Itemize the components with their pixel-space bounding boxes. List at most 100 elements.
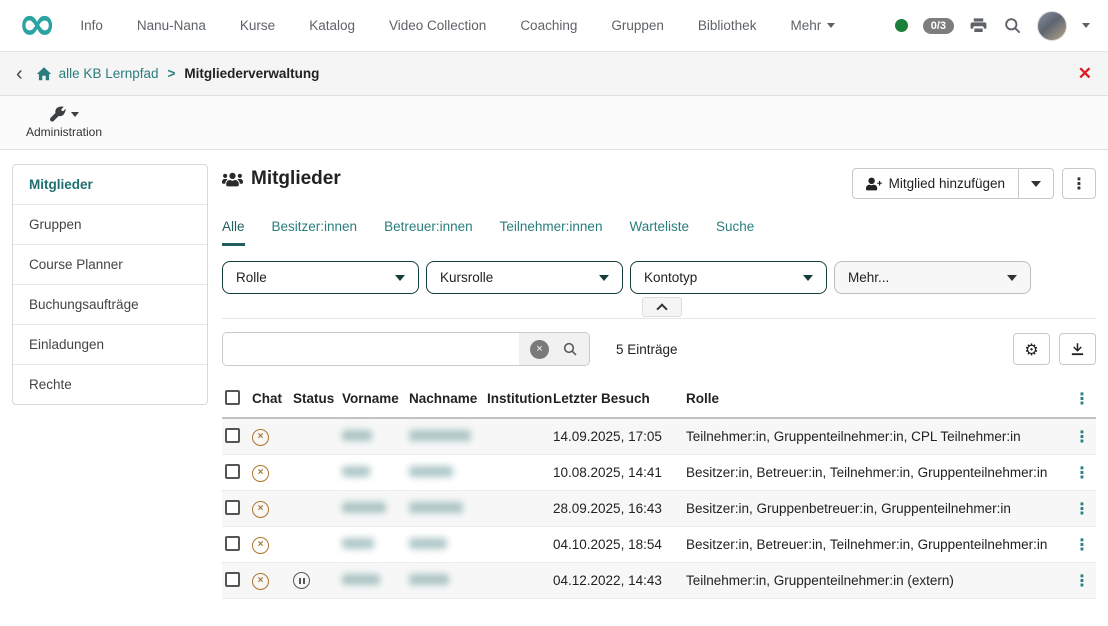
table-download-button[interactable] (1059, 333, 1096, 365)
vorname-redacted[interactable] (342, 430, 372, 441)
nav-item-info[interactable]: Info (80, 18, 103, 33)
chat-offline-icon: × (252, 429, 269, 446)
nav-item-kurse[interactable]: Kurse (240, 18, 275, 33)
sidebar-item-course-planner[interactable]: Course Planner (13, 245, 207, 285)
openolat-logo-icon[interactable]: ∞ (18, 3, 56, 43)
filter-bar: Rolle Kursrolle Kontotyp Mehr... (222, 261, 1096, 294)
column-status[interactable]: Status (290, 382, 339, 418)
administration-menu-button[interactable]: Administration (26, 106, 102, 139)
row-menu-icon[interactable]: ⋮ (1068, 418, 1096, 455)
tab-suche[interactable]: Suche (716, 219, 754, 246)
user-avatar[interactable] (1037, 11, 1067, 41)
sidebar-item-buchungsauftraege[interactable]: Buchungsaufträge (13, 285, 207, 325)
filter-mehr[interactable]: Mehr... (834, 261, 1031, 294)
roles: Besitzer:in, Gruppenbetreuer:in, Gruppen… (683, 491, 1068, 527)
select-all-checkbox[interactable] (225, 390, 240, 405)
collapse-filters-button[interactable] (642, 297, 682, 317)
table-row[interactable]: × 04.12.2022, 14:43 Teilnehmer:in, Grupp… (222, 563, 1096, 599)
tab-betreuer[interactable]: Betreuer:innen (384, 219, 473, 246)
column-chat[interactable]: Chat (249, 382, 290, 418)
breadcrumb-course-link[interactable]: alle KB Lernpfad (36, 66, 159, 82)
members-group-icon (222, 170, 243, 188)
row-menu-icon[interactable]: ⋮ (1068, 491, 1096, 527)
row-menu-icon[interactable]: ⋮ (1068, 455, 1096, 491)
nav-item-gruppen[interactable]: Gruppen (611, 18, 664, 33)
tab-besitzer[interactable]: Besitzer:innen (272, 219, 358, 246)
vorname-redacted[interactable] (342, 574, 380, 585)
chevron-up-icon (656, 303, 667, 314)
table-row[interactable]: × 10.08.2025, 14:41 Besitzer:in, Betreue… (222, 455, 1096, 491)
filter-kursrolle[interactable]: Kursrolle (426, 261, 623, 294)
table-row[interactable]: × 04.10.2025, 18:54 Besitzer:in, Betreue… (222, 527, 1096, 563)
download-icon (1070, 342, 1085, 357)
add-member-button[interactable]: Mitglied hinzufügen (853, 169, 1018, 198)
user-menu-chevron-icon[interactable] (1082, 23, 1090, 28)
search-input[interactable] (223, 333, 519, 365)
person-plus-icon (866, 177, 882, 191)
search-submit-icon[interactable] (562, 341, 578, 357)
nav-right-cluster: 0/3 (895, 11, 1090, 41)
counter-badge[interactable]: 0/3 (923, 18, 954, 34)
gear-icon: ⚙ (1024, 340, 1038, 359)
clear-search-icon[interactable]: × (530, 340, 549, 359)
column-menu-icon[interactable]: ⋮ (1068, 382, 1096, 418)
nachname-redacted[interactable] (409, 466, 453, 477)
member-tabs: Alle Besitzer:innen Betreuer:innen Teiln… (222, 219, 1096, 246)
sidebar-item-einladungen[interactable]: Einladungen (13, 325, 207, 365)
breadcrumb-course-label: alle KB Lernpfad (59, 66, 159, 81)
nachname-redacted[interactable] (409, 430, 471, 441)
vorname-redacted[interactable] (342, 466, 370, 477)
nachname-redacted[interactable] (409, 538, 447, 549)
row-checkbox[interactable] (225, 464, 240, 479)
sidebar-item-rechte[interactable]: Rechte (13, 365, 207, 404)
last-visit: 04.10.2025, 18:54 (550, 527, 683, 563)
back-icon[interactable]: ‹ (16, 64, 23, 84)
column-rolle[interactable]: Rolle (683, 382, 1068, 418)
close-icon[interactable]: ✕ (1078, 64, 1092, 84)
nav-item-coaching[interactable]: Coaching (520, 18, 577, 33)
tab-alle[interactable]: Alle (222, 219, 245, 246)
chevron-down-icon (1031, 181, 1041, 187)
sidebar-item-mitglieder[interactable]: Mitglieder (13, 165, 207, 205)
search-icon[interactable] (1003, 16, 1022, 35)
chevron-down-icon (599, 275, 609, 281)
filter-mehr-label: Mehr... (848, 270, 889, 285)
filter-rolle[interactable]: Rolle (222, 261, 419, 294)
filter-kontotyp[interactable]: Kontotyp (630, 261, 827, 294)
tab-warteliste[interactable]: Warteliste (629, 219, 689, 246)
nav-item-video-collection[interactable]: Video Collection (389, 18, 486, 33)
divider (222, 318, 1096, 319)
column-letzter-besuch[interactable]: Letzter Besuch (550, 382, 683, 418)
tab-teilnehmer[interactable]: Teilnehmer:innen (500, 219, 603, 246)
row-checkbox[interactable] (225, 572, 240, 587)
nachname-redacted[interactable] (409, 502, 463, 513)
add-member-dropdown-toggle[interactable] (1018, 169, 1053, 198)
row-checkbox[interactable] (225, 500, 240, 515)
table-settings-button[interactable]: ⚙ (1013, 333, 1050, 365)
sidebar-item-gruppen[interactable]: Gruppen (13, 205, 207, 245)
vorname-redacted[interactable] (342, 538, 374, 549)
column-nachname[interactable]: Nachname (406, 382, 484, 418)
nav-item-nanu-nana[interactable]: Nanu-Nana (137, 18, 206, 33)
chat-offline-icon: × (252, 537, 269, 554)
row-checkbox[interactable] (225, 428, 240, 443)
table-row[interactable]: × 14.09.2025, 17:05 Teilnehmer:in, Grupp… (222, 418, 1096, 455)
presence-status-icon[interactable] (895, 19, 908, 32)
column-vorname[interactable]: Vorname (339, 382, 406, 418)
row-menu-icon[interactable]: ⋮ (1068, 563, 1096, 599)
nav-item-katalog[interactable]: Katalog (309, 18, 355, 33)
row-menu-icon[interactable]: ⋮ (1068, 527, 1096, 563)
header-more-menu-button[interactable]: ⋮ (1062, 168, 1096, 199)
nav-item-mehr[interactable]: Mehr (790, 18, 835, 33)
filter-rolle-label: Rolle (236, 270, 267, 285)
vorname-redacted[interactable] (342, 502, 386, 513)
breadcrumb-current: Mitgliederverwaltung (184, 66, 319, 81)
column-institution[interactable]: Institution (484, 382, 550, 418)
row-checkbox[interactable] (225, 536, 240, 551)
roles: Teilnehmer:in, Gruppenteilnehmer:in (ext… (683, 563, 1068, 599)
last-visit: 10.08.2025, 14:41 (550, 455, 683, 491)
nav-item-bibliothek[interactable]: Bibliothek (698, 18, 757, 33)
print-icon[interactable] (969, 16, 988, 35)
table-row[interactable]: × 28.09.2025, 16:43 Besitzer:in, Gruppen… (222, 491, 1096, 527)
nachname-redacted[interactable] (409, 574, 449, 585)
